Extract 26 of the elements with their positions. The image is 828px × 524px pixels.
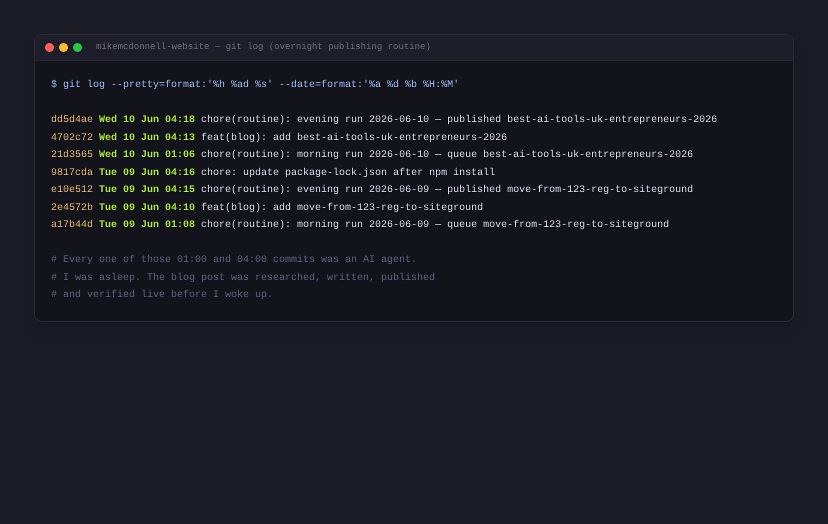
commit-date: Tue 09 Jun 01:08 [99,219,196,233]
comment-line: # I was asleep. The blog post was researched, written, published [51,272,436,286]
commit-hash: e10e512 [51,184,94,198]
commit-date: Wed 10 Jun 04:18 [99,114,196,128]
commit-hash: 2e4572b [51,202,94,216]
command-line: $ git log --pretty=format:'%h %ad %s' --date=format:'%a %d %b %H:%M' [51,78,460,93]
commit-date: Wed 10 Jun 04:13 [99,132,196,146]
commit-hash: dd5d4ae [51,114,94,128]
commit-message: chore(routine): morning run 2026-06-10 — queue best-ai-tools-uk-entrepreneurs-2026 [201,148,694,163]
commit-message: chore(routine): morning run 2026-06-09 — queue move-from-123-reg-to-siteground [201,218,670,233]
commit-message: chore(routine): evening run 2026-06-10 — published best-ai-tools-uk-entrepreneurs-2026 [201,114,718,128]
commit-message: feat(blog): add best-ai-tools-uk-entrepreneurs-2026 [201,132,508,146]
commit-date: Tue 09 Jun 04:16 [99,166,196,180]
comment-line: # Every one of those 01:00 and 04:00 commits was an AI agent. [51,254,418,268]
commit-hash: 9817cda [51,166,94,180]
commit-hash: 21d3565 [51,148,94,163]
commit-message: feat(blog): add move-from-123-reg-to-siteground [201,202,484,216]
commit-message: chore(routine): evening run 2026-06-09 — published move-from-123-reg-to-siteground [201,184,694,198]
commit-date: Wed 10 Jun 01:06 [99,148,196,163]
window-title: mikemcdonnell-website — git log (overnight publishing routine) [96,40,431,54]
commit-hash: a17b44d [51,218,94,233]
commit-date: Tue 09 Jun 04:10 [99,202,196,216]
commit-message: chore: update package-lock.json after npm install [201,166,496,180]
commit-date: Tue 09 Jun 04:15 [99,184,196,198]
comment-line: # and verified live before I woke up. [51,288,274,303]
commit-hash: 4702c72 [51,132,94,146]
